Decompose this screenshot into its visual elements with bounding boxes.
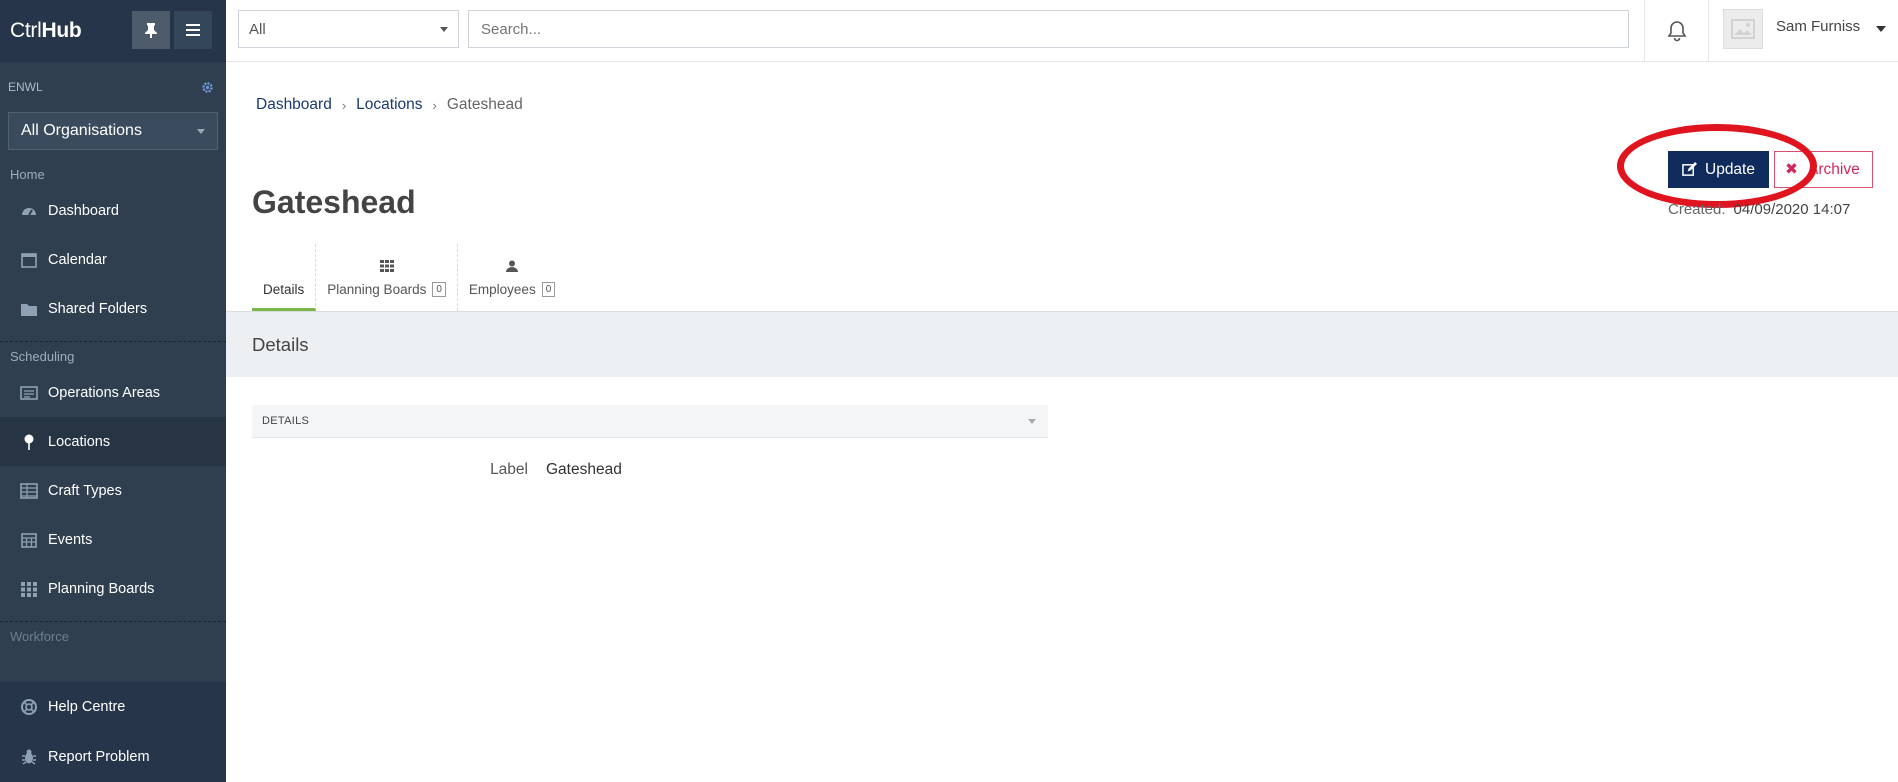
brand-logo[interactable]: CtrlHub bbox=[10, 19, 82, 43]
archive-button[interactable]: ✖ Archive bbox=[1774, 151, 1873, 188]
sidebar-item-label: Dashboard bbox=[48, 202, 119, 219]
location-pin-icon bbox=[24, 434, 34, 450]
created-value: 04/09/2020 14:07 bbox=[1733, 201, 1851, 218]
organisation-select[interactable]: All Organisations bbox=[8, 112, 218, 150]
sidebar-item-operations-areas[interactable]: Operations Areas bbox=[0, 368, 226, 417]
pin-icon bbox=[145, 23, 157, 38]
chevron-down-icon bbox=[197, 128, 205, 134]
user-icon bbox=[506, 260, 519, 272]
sidebar-item-locations[interactable]: Locations bbox=[0, 417, 226, 466]
search-scope-select[interactable]: All bbox=[238, 10, 459, 48]
notifications-button[interactable] bbox=[1644, 0, 1709, 62]
lifebuoy-icon bbox=[21, 699, 37, 715]
pin-sidebar-button[interactable] bbox=[132, 11, 170, 49]
search-scope-value: All bbox=[249, 20, 266, 38]
search-input[interactable] bbox=[468, 10, 1629, 48]
sidebar: CtrlHub ENWL All Organisations Home Dash… bbox=[0, 0, 226, 782]
report-problem-link[interactable]: Report Problem bbox=[0, 732, 226, 782]
organisation-select-value: All Organisations bbox=[21, 122, 142, 139]
tab-label: Employees bbox=[468, 282, 536, 297]
user-menu-caret-icon[interactable] bbox=[1876, 26, 1886, 32]
tab-bar: Details Planning Boards 0 Employees 0 bbox=[252, 244, 566, 311]
chevron-right-icon: › bbox=[432, 97, 437, 113]
sidebar-item-label: Operations Areas bbox=[48, 384, 161, 401]
gear-icon[interactable] bbox=[201, 81, 214, 94]
sidebar-item-label: Events bbox=[48, 531, 93, 548]
table-icon bbox=[20, 482, 38, 499]
archive-button-label: Archive bbox=[1808, 160, 1860, 178]
breadcrumb: Dashboard › Locations › Gateshead bbox=[256, 96, 523, 114]
close-icon: ✖ bbox=[1785, 161, 1798, 178]
update-button-label: Update bbox=[1705, 160, 1755, 178]
edit-icon bbox=[1682, 162, 1697, 176]
created-info: Created: 04/09/2020 14:07 bbox=[1668, 201, 1850, 218]
label-field-label: Label bbox=[490, 461, 528, 478]
top-bar: All Sam Furniss bbox=[226, 0, 1898, 62]
folder-icon bbox=[21, 303, 37, 316]
hamburger-icon bbox=[186, 24, 200, 36]
operations-icon bbox=[20, 385, 38, 400]
sidebar-item-planning-boards[interactable]: Planning Boards bbox=[0, 564, 226, 613]
bell-icon bbox=[1667, 21, 1686, 42]
org-code: ENWL bbox=[8, 80, 43, 94]
details-section-title: Details bbox=[226, 312, 1898, 377]
section-scheduling: Scheduling bbox=[10, 349, 75, 364]
avatar[interactable] bbox=[1723, 9, 1763, 49]
label-field-value: Gateshead bbox=[546, 461, 622, 478]
user-name[interactable]: Sam Furniss bbox=[1776, 18, 1860, 35]
tab-label: Details bbox=[263, 282, 305, 297]
details-panel-header[interactable]: DETAILS bbox=[252, 405, 1048, 438]
breadcrumb-current: Gateshead bbox=[446, 96, 523, 113]
page-title: Gateshead bbox=[252, 184, 416, 220]
calendar-grid-icon bbox=[21, 532, 37, 548]
tab-count-badge: 0 bbox=[541, 282, 556, 297]
sidebar-item-label: Shared Folders bbox=[48, 300, 148, 317]
grid-icon bbox=[21, 581, 37, 597]
sidebar-item-shared-folders[interactable]: Shared Folders bbox=[0, 284, 226, 333]
sidebar-item-dashboard[interactable]: Dashboard bbox=[0, 186, 226, 235]
sidebar-item-label: Planning Boards bbox=[48, 580, 155, 597]
sidebar-item-craft-types[interactable]: Craft Types bbox=[0, 466, 226, 515]
tab-label: Planning Boards bbox=[327, 282, 427, 297]
tab-details[interactable]: Details bbox=[252, 244, 317, 311]
sidebar-item-label: Calendar bbox=[48, 251, 107, 268]
grid-icon bbox=[379, 260, 394, 272]
breadcrumb-locations[interactable]: Locations bbox=[356, 96, 422, 114]
tab-planning-boards[interactable]: Planning Boards 0 bbox=[316, 244, 458, 311]
chevron-right-icon: › bbox=[341, 97, 347, 113]
breadcrumb-dashboard[interactable]: Dashboard bbox=[256, 96, 332, 114]
sidebar-item-events[interactable]: Events bbox=[0, 515, 226, 564]
calendar-icon bbox=[21, 252, 37, 268]
sidebar-item-label: Locations bbox=[48, 433, 111, 450]
report-problem-label: Report Problem bbox=[48, 749, 150, 765]
section-home: Home bbox=[10, 167, 45, 182]
image-placeholder-icon bbox=[1731, 19, 1755, 39]
help-centre-label: Help Centre bbox=[48, 699, 126, 715]
section-workforce: Workforce bbox=[10, 629, 69, 644]
dashboard-icon bbox=[22, 207, 36, 216]
created-label: Created: bbox=[1668, 201, 1726, 218]
org-row: ENWL bbox=[0, 62, 226, 112]
menu-toggle-button[interactable] bbox=[174, 11, 212, 49]
sidebar-item-calendar[interactable]: Calendar bbox=[0, 235, 226, 284]
chevron-down-icon bbox=[440, 26, 448, 32]
help-centre-link[interactable]: Help Centre bbox=[0, 682, 226, 732]
update-button[interactable]: Update bbox=[1668, 151, 1769, 188]
tab-count-badge: 0 bbox=[432, 282, 446, 297]
chevron-down-icon bbox=[1028, 418, 1036, 424]
tab-employees[interactable]: Employees 0 bbox=[458, 244, 566, 311]
details-panel-title: DETAILS bbox=[262, 415, 310, 427]
sidebar-footer: Help Centre Report Problem bbox=[0, 682, 226, 782]
sidebar-item-label: Craft Types bbox=[48, 482, 122, 499]
bug-icon bbox=[22, 749, 36, 765]
